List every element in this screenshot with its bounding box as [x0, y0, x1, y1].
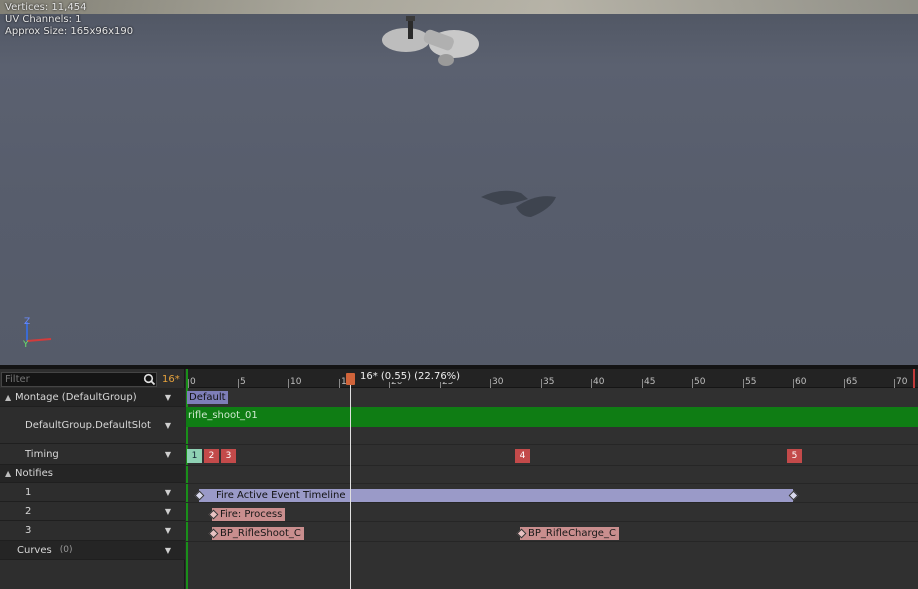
- slot-anim-segment[interactable]: [186, 407, 918, 427]
- expand-arrow-icon[interactable]: ▲: [5, 469, 15, 478]
- axis-gizmo: Z Y: [22, 317, 52, 350]
- curves-label: Curves: [17, 544, 52, 556]
- ruler-label: 5: [240, 377, 246, 387]
- end-marker: [913, 369, 915, 388]
- playhead-handle[interactable]: [346, 373, 355, 385]
- playhead-line[interactable]: [350, 376, 351, 589]
- background-horizon: [0, 0, 918, 14]
- slot-label: DefaultGroup.DefaultSlot: [25, 419, 151, 431]
- filter-row: 16*: [0, 372, 185, 388]
- ruler-label: 35: [543, 377, 555, 387]
- section-marker[interactable]: 3: [221, 449, 236, 463]
- mesh-stats: Vertices: 11,454 UV Channels: 1 Approx S…: [5, 2, 133, 38]
- chevron-down-icon[interactable]: ▼: [165, 393, 171, 402]
- chevron-down-icon[interactable]: ▼: [165, 488, 171, 497]
- track-tree: 16* ▲ Montage (DefaultGroup) ▼ DefaultGr…: [0, 369, 185, 589]
- stat-vertices: Vertices: 11,454: [5, 2, 87, 13]
- ruler-label: 60: [795, 377, 807, 387]
- tree-row-timing[interactable]: Timing ▼: [0, 444, 185, 465]
- current-frame-indicator: 16*: [162, 374, 180, 385]
- tree-row-notify-2[interactable]: 2 ▼: [0, 502, 185, 521]
- ruler-label: 65: [846, 377, 858, 387]
- time-ruler[interactable]: 0 5 10 15 20 25 30 35 40 45 50 55 60: [186, 369, 918, 388]
- ruler-label: 55: [745, 377, 757, 387]
- ruler-label: 10: [290, 377, 302, 387]
- chevron-down-icon[interactable]: ▼: [165, 450, 171, 459]
- ruler-label: 40: [593, 377, 605, 387]
- chevron-down-icon[interactable]: ▼: [165, 526, 171, 535]
- search-icon[interactable]: [143, 373, 156, 386]
- ruler-label: 0: [190, 377, 196, 387]
- chevron-down-icon[interactable]: ▼: [165, 421, 171, 430]
- section-marker[interactable]: 2: [204, 449, 219, 463]
- chevron-down-icon[interactable]: ▼: [165, 546, 171, 555]
- playhead-label: 16* (0.55) (22.76%): [358, 371, 463, 382]
- section-marker[interactable]: 1: [187, 449, 202, 463]
- tree-row-slot[interactable]: DefaultGroup.DefaultSlot ▼: [0, 407, 185, 444]
- ruler-label: 45: [644, 377, 656, 387]
- filter-input[interactable]: [1, 372, 157, 387]
- chevron-down-icon[interactable]: ▼: [165, 507, 171, 516]
- stat-uv-channels: UV Channels: 1: [5, 14, 82, 25]
- ruler-label: 50: [694, 377, 706, 387]
- notify-rifle-shoot[interactable]: BP_RifleShoot_C: [212, 527, 304, 540]
- tree-row-notify-1[interactable]: 1 ▼: [0, 483, 185, 502]
- ruler-label: 30: [492, 377, 504, 387]
- section-marker[interactable]: 4: [515, 449, 530, 463]
- section-marker[interactable]: 5: [787, 449, 802, 463]
- axis-y-label: Y: [22, 340, 29, 350]
- tree-row-notify-3[interactable]: 3 ▼: [0, 521, 185, 541]
- character-arms-mesh: [382, 16, 479, 66]
- montage-group-tag[interactable]: Default: [187, 391, 228, 404]
- montage-label: Montage (DefaultGroup): [15, 391, 137, 403]
- notify-fire-process[interactable]: Fire: Process: [212, 508, 286, 521]
- viewport[interactable]: Vertices: 11,454 UV Channels: 1 Approx S…: [0, 0, 918, 365]
- ruler-label: 70: [896, 377, 908, 387]
- slot-anim-label: rifle_shoot_01: [188, 410, 258, 421]
- track-area[interactable]: 0 5 10 15 20 25 30 35 40 45 50 55 60: [186, 369, 918, 589]
- notify-track-label: 2: [25, 505, 32, 517]
- montage-timeline-panel: 16* ▲ Montage (DefaultGroup) ▼ DefaultGr…: [0, 369, 918, 589]
- expand-arrow-icon[interactable]: ▲: [5, 393, 15, 402]
- tree-row-notifies[interactable]: ▲ Notifies: [0, 465, 185, 483]
- notify-track-label: 3: [25, 525, 32, 536]
- notify-state-bar[interactable]: Fire Active Event Timeline: [199, 489, 793, 502]
- timing-label: Timing: [25, 448, 59, 460]
- notifies-label: Notifies: [15, 468, 53, 479]
- tree-row-curves[interactable]: Curves (0) ▼: [0, 541, 185, 560]
- axis-z-label: Z: [24, 317, 30, 327]
- stat-approx-size: Approx Size: 165x96x190: [5, 26, 134, 37]
- notify-state-label: Fire Active Event Timeline: [216, 490, 346, 501]
- tree-row-montage[interactable]: ▲ Montage (DefaultGroup) ▼: [0, 388, 185, 407]
- notify-rifle-charge[interactable]: BP_RifleCharge_C: [520, 527, 619, 540]
- character-shadow: [481, 190, 556, 217]
- notify-track-label: 1: [25, 486, 32, 498]
- curves-count: (0): [59, 545, 73, 555]
